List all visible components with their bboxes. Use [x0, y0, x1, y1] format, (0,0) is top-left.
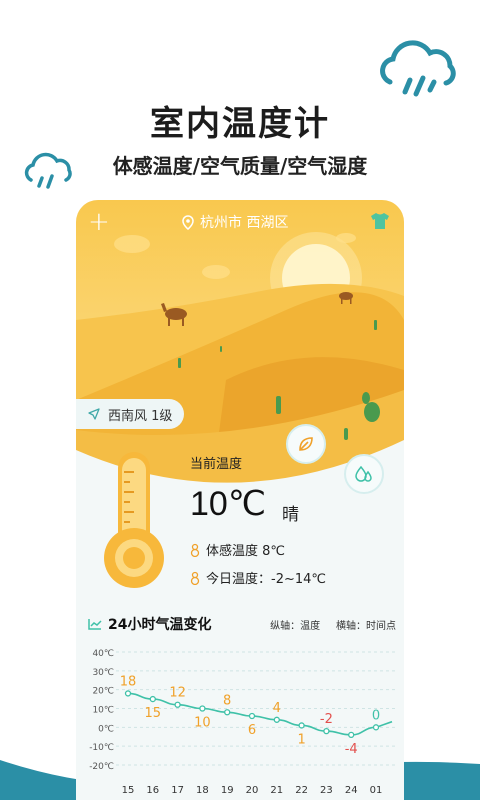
- data-label: -4: [345, 742, 358, 757]
- data-point: [124, 690, 132, 697]
- data-point: [372, 724, 380, 731]
- x-tick-label: 16: [146, 785, 159, 796]
- humidity-button[interactable]: [344, 454, 384, 494]
- y-tick-label: 10℃: [92, 706, 114, 716]
- leaf-button[interactable]: [286, 424, 326, 464]
- data-point: [298, 722, 305, 729]
- x-tick-label: 21: [270, 785, 283, 796]
- leaf-icon: [299, 437, 313, 451]
- x-tick-label: 20: [246, 785, 259, 796]
- today-range-text: 今日温度：-2~14℃: [206, 572, 326, 587]
- thermometer-icon: [104, 452, 164, 588]
- feels-like-text: 体感温度 8℃: [206, 544, 286, 559]
- x-tick-label: 22: [295, 785, 308, 796]
- clothing-icon[interactable]: [370, 212, 390, 230]
- x-tick-label: 18: [196, 785, 209, 796]
- page-title: 室内温度计: [150, 104, 330, 144]
- location-label: 杭州市 西湖区: [200, 215, 289, 231]
- chart-header: 24小时气温变化 纵轴：温度 横轴：时间点: [88, 614, 396, 634]
- y-tick-label: -20℃: [89, 762, 114, 772]
- data-label: 8: [223, 693, 231, 708]
- x-tick-label: 15: [122, 785, 135, 796]
- series-line: [127, 692, 393, 736]
- data-point: [174, 701, 181, 708]
- data-point: [199, 705, 206, 712]
- location-pin-icon: [182, 214, 194, 230]
- gourd-icon: [190, 571, 200, 585]
- y-tick-label: 30℃: [92, 668, 114, 678]
- today-range-row: 今日温度：-2~14℃: [190, 568, 326, 587]
- y-tick-label: -10℃: [89, 743, 114, 753]
- data-label: 12: [169, 686, 186, 701]
- app-screen: + 杭州市 西湖区 西南风 1级 当前温度 10℃ 晴 体感温度 8℃ 今日温度…: [76, 200, 404, 800]
- y-tick-label: 0℃: [98, 724, 114, 734]
- feels-like-row: 体感温度 8℃: [190, 540, 285, 559]
- add-city-button[interactable]: +: [88, 209, 110, 235]
- data-label: 6: [248, 723, 256, 738]
- current-temp-value: 10℃: [190, 485, 267, 523]
- gourd-icon: [190, 543, 200, 557]
- water-drop-icon: [355, 465, 372, 482]
- data-point: [149, 695, 156, 703]
- chart-axis-note: 纵轴：温度 横轴：时间点: [270, 620, 396, 632]
- data-point: [224, 709, 231, 716]
- data-point: [348, 731, 355, 739]
- data-point: [273, 716, 280, 723]
- data-label: 10: [194, 716, 211, 731]
- location-selector[interactable]: 杭州市 西湖区: [182, 212, 288, 232]
- line-chart-icon: [88, 619, 102, 630]
- x-tick-label: 19: [221, 785, 234, 796]
- data-point: [323, 727, 330, 735]
- y-tick-label: 20℃: [92, 687, 114, 697]
- rain-cloud-icon: [380, 40, 456, 97]
- data-label: 18: [120, 674, 137, 689]
- x-tick-label: 17: [171, 785, 184, 796]
- data-label: 15: [145, 706, 162, 721]
- x-tick-label: 23: [320, 785, 333, 796]
- weather-condition: 晴: [282, 505, 299, 525]
- x-tick-label: 01: [370, 785, 383, 796]
- data-label: 4: [273, 701, 281, 716]
- current-temp-label: 当前温度: [190, 457, 243, 472]
- x-tick-label: 24: [345, 785, 358, 796]
- wind-badge: 西南风 1级: [76, 399, 185, 429]
- wind-label: 西南风 1级: [108, 408, 173, 424]
- y-tick-label: 40℃: [92, 649, 114, 659]
- page-subtitle: 体感温度/空气质量/空气湿度: [112, 154, 368, 178]
- navigation-arrow-icon: [88, 408, 100, 420]
- data-label: -2: [320, 712, 333, 727]
- data-label: 0: [372, 708, 380, 723]
- temperature-chart: 40℃30℃20℃10℃0℃-10℃-20℃181515161217101881…: [89, 649, 396, 796]
- chart-title: 24小时气温变化: [108, 617, 212, 633]
- data-point: [248, 712, 256, 720]
- data-label: 1: [297, 732, 305, 747]
